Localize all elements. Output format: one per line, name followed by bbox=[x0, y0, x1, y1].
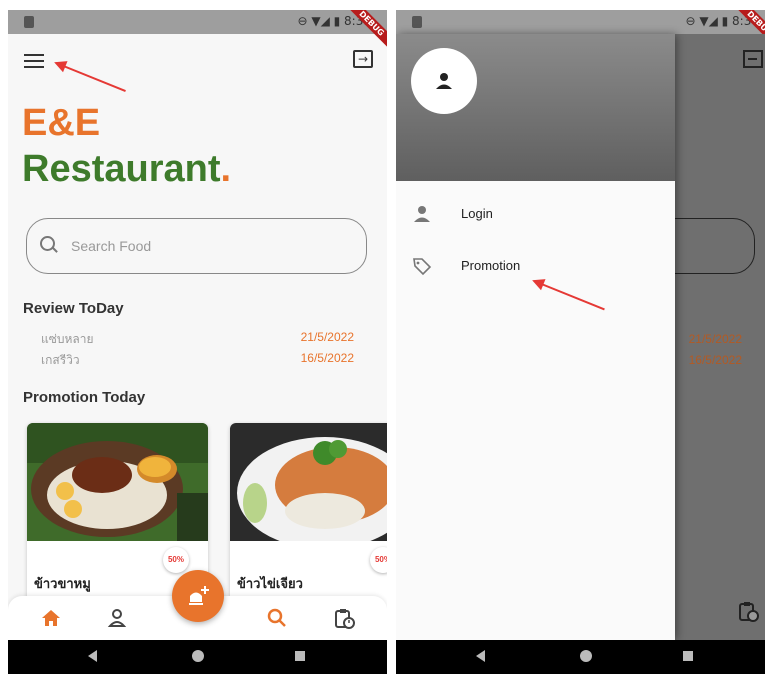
logout-button[interactable]: → bbox=[353, 50, 373, 68]
phone-screen-home: ⊖ ▼◢ ▮ 8:31 DEBUG → E&E Restaurant. Sear… bbox=[8, 10, 387, 674]
review-name: เกสรีวิว bbox=[41, 353, 80, 367]
home-circle-icon[interactable] bbox=[580, 650, 592, 662]
drawer-item-label: Login bbox=[461, 206, 493, 221]
food-image-pork-leg bbox=[27, 423, 208, 541]
home-icon[interactable] bbox=[40, 607, 62, 629]
status-bar: ⊖ ▼◢ ▮ 8:31 DEBUG bbox=[8, 10, 387, 52]
review-item[interactable]: แซ่บหลาย 21/5/2022 bbox=[41, 330, 354, 349]
search-icon[interactable] bbox=[266, 607, 288, 629]
search-icon bbox=[40, 236, 55, 251]
phone-screen-drawer: ⊖ ▼◢ ▮ 8:37 DEBUG 21/5/2022 16/5/2022 Lo… bbox=[396, 10, 765, 674]
sim-icon bbox=[412, 16, 422, 28]
background-date: 16/5/2022 bbox=[688, 353, 742, 367]
promotion-title: Promotion Today bbox=[23, 389, 146, 406]
drawer-item-login[interactable]: Login bbox=[396, 192, 675, 238]
hamburger-line bbox=[24, 66, 44, 68]
brand-title: E&E bbox=[22, 102, 101, 144]
brand-subtitle-text: Restaurant bbox=[22, 148, 221, 190]
logout-icon: → bbox=[357, 52, 369, 66]
person-icon bbox=[414, 206, 430, 222]
recents-icon[interactable] bbox=[295, 651, 305, 661]
status-bar: ⊖ ▼◢ ▮ 8:37 DEBUG bbox=[396, 10, 765, 52]
back-icon[interactable] bbox=[476, 650, 485, 662]
food-name: ข้าวขาหมู bbox=[34, 576, 91, 591]
drawer-header bbox=[396, 34, 675, 181]
discount-badge: 50% bbox=[370, 547, 387, 573]
search-input[interactable]: Search Food bbox=[26, 218, 367, 274]
navigation-drawer: Login Promotion bbox=[396, 34, 675, 640]
user-icon[interactable] bbox=[106, 607, 128, 629]
food-image-omelette bbox=[230, 423, 387, 541]
menu-button[interactable] bbox=[24, 54, 44, 68]
clipboard-clock-icon[interactable] bbox=[737, 600, 759, 622]
food-name: ข้าวไข่เจียว bbox=[237, 576, 303, 591]
recents-icon[interactable] bbox=[683, 651, 693, 661]
fast-food-add-icon bbox=[189, 586, 209, 605]
clipboard-clock-icon[interactable] bbox=[333, 607, 355, 629]
person-icon bbox=[436, 73, 452, 89]
tag-icon bbox=[413, 258, 432, 276]
discount-badge: 50% bbox=[163, 547, 189, 573]
logout-icon[interactable] bbox=[743, 50, 763, 68]
android-nav-bar bbox=[396, 640, 765, 674]
sim-icon bbox=[24, 16, 34, 28]
promo-card[interactable]: 50% ข้าวไข่เจียว bbox=[230, 423, 387, 623]
review-title: Review ToDay bbox=[23, 300, 124, 317]
back-icon[interactable] bbox=[88, 650, 97, 662]
search-placeholder: Search Food bbox=[71, 238, 152, 254]
review-name: แซ่บหลาย bbox=[41, 332, 94, 346]
review-item[interactable]: เกสรีวิว 16/5/2022 bbox=[41, 351, 354, 370]
android-nav-bar bbox=[8, 640, 387, 674]
hamburger-line bbox=[24, 60, 44, 62]
hamburger-icon bbox=[24, 54, 44, 56]
brand-subtitle: Restaurant. bbox=[22, 148, 231, 191]
brand-dot: . bbox=[220, 148, 232, 190]
background-date: 21/5/2022 bbox=[688, 332, 742, 346]
home-circle-icon[interactable] bbox=[192, 650, 204, 662]
avatar[interactable] bbox=[411, 48, 477, 114]
add-order-button[interactable] bbox=[172, 570, 224, 622]
review-date: 16/5/2022 bbox=[300, 351, 354, 365]
drawer-item-label: Promotion bbox=[461, 258, 521, 273]
review-date: 21/5/2022 bbox=[300, 330, 354, 344]
annotation-arrow bbox=[55, 62, 126, 93]
